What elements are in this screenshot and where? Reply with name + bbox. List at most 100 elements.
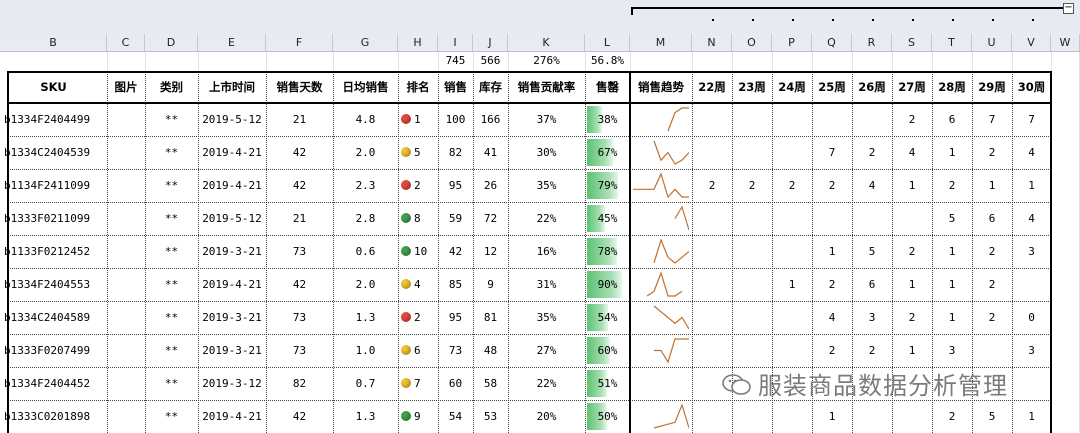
header-week[interactable]: 29周 [972,71,1012,103]
daily-sales-cell[interactable]: 2.3 [333,169,398,202]
sku-cell[interactable]: b1333F0211099 [0,202,107,235]
week-value-cell[interactable]: 2 [972,235,1012,268]
image-cell[interactable] [107,202,145,235]
week-value-cell[interactable] [692,136,732,169]
header-week[interactable]: 30周 [1012,71,1051,103]
sales-cell[interactable]: 85 [438,268,473,301]
image-cell[interactable] [107,334,145,367]
week-value-cell[interactable] [732,202,772,235]
week-value-cell[interactable]: 1 [812,235,852,268]
rank-cell[interactable]: 5 [398,136,438,169]
sku-cell[interactable]: b1134F2411099 [0,169,107,202]
week-value-cell[interactable] [732,136,772,169]
daily-sales-cell[interactable]: 2.0 [333,268,398,301]
sales-cell[interactable]: 95 [438,301,473,334]
sku-cell[interactable]: b1333F0207499 [0,334,107,367]
header-category[interactable]: 类别 [145,71,198,103]
stock-cell[interactable]: 53 [473,400,508,433]
image-cell[interactable] [107,169,145,202]
week-value-cell[interactable] [972,334,1012,367]
week-value-cell[interactable] [692,235,732,268]
launch-date-cell[interactable]: 2019-4-21 [198,268,266,301]
contribution-cell[interactable]: 31% [508,268,585,301]
launch-date-cell[interactable]: 2019-4-21 [198,400,266,433]
header-stock[interactable]: 库存 [473,71,508,103]
sku-cell[interactable]: b1133F0212452 [0,235,107,268]
header-week[interactable]: 23周 [732,71,772,103]
total-cell-I[interactable]: 745 [438,52,473,70]
week-value-cell[interactable]: 2 [972,136,1012,169]
week-value-cell[interactable] [772,301,812,334]
contribution-cell[interactable]: 27% [508,334,585,367]
column-header-B[interactable]: B [0,34,107,51]
column-header-V[interactable]: V [1012,34,1051,51]
rank-cell[interactable]: 2 [398,169,438,202]
launch-date-cell[interactable]: 2019-5-12 [198,103,266,136]
week-value-cell[interactable]: 3 [1012,235,1051,268]
week-value-cell[interactable]: 1 [932,301,972,334]
column-header-P[interactable]: P [772,34,812,51]
daily-sales-cell[interactable]: 1.3 [333,400,398,433]
column-header-O[interactable]: O [732,34,772,51]
column-header-I[interactable]: I [438,34,473,51]
category-cell[interactable]: ** [145,103,198,136]
week-value-cell[interactable] [732,334,772,367]
column-header-S[interactable]: S [892,34,932,51]
sparkline-cell[interactable] [630,235,692,268]
sell-through-cell[interactable]: 50% [585,400,630,433]
contribution-cell[interactable]: 35% [508,169,585,202]
stock-cell[interactable]: 72 [473,202,508,235]
launch-date-cell[interactable]: 2019-5-12 [198,202,266,235]
sell-through-cell[interactable]: 45% [585,202,630,235]
header-week[interactable]: 22周 [692,71,732,103]
sales-cell[interactable]: 54 [438,400,473,433]
header-rank[interactable]: 排名 [398,71,438,103]
rank-cell[interactable]: 2 [398,301,438,334]
contribution-cell[interactable]: 30% [508,136,585,169]
week-value-cell[interactable]: 4 [812,301,852,334]
category-cell[interactable]: ** [145,169,198,202]
column-header-R[interactable]: R [852,34,892,51]
week-value-cell[interactable]: 1 [932,235,972,268]
week-value-cell[interactable]: 5 [932,202,972,235]
week-value-cell[interactable]: 4 [892,136,932,169]
contribution-cell[interactable]: 35% [508,301,585,334]
contribution-cell[interactable]: 20% [508,400,585,433]
week-value-cell[interactable]: 1 [892,268,932,301]
week-value-cell[interactable]: 2 [732,169,772,202]
image-cell[interactable] [107,367,145,400]
sales-cell[interactable]: 95 [438,169,473,202]
category-cell[interactable]: ** [145,367,198,400]
sales-days-cell[interactable]: 73 [266,301,333,334]
daily-sales-cell[interactable]: 1.0 [333,334,398,367]
week-value-cell[interactable]: 1 [972,169,1012,202]
sparkline-cell[interactable] [630,367,692,400]
header-daily[interactable]: 日均销售 [333,71,398,103]
week-value-cell[interactable]: 2 [812,169,852,202]
rank-cell[interactable]: 7 [398,367,438,400]
week-value-cell[interactable]: 6 [932,103,972,136]
daily-sales-cell[interactable]: 0.6 [333,235,398,268]
week-value-cell[interactable]: 2 [972,301,1012,334]
sell-through-cell[interactable]: 54% [585,301,630,334]
week-value-cell[interactable]: 7 [1012,103,1051,136]
sales-days-cell[interactable]: 42 [266,136,333,169]
sparkline-cell[interactable] [630,103,692,136]
sparkline-cell[interactable] [630,400,692,433]
sku-cell[interactable]: b1334F2404452 [0,367,107,400]
week-value-cell[interactable] [732,301,772,334]
week-value-cell[interactable]: 5 [852,235,892,268]
sell-through-cell[interactable]: 79% [585,169,630,202]
week-value-cell[interactable] [1012,268,1051,301]
week-value-cell[interactable] [812,202,852,235]
sales-cell[interactable]: 42 [438,235,473,268]
week-value-cell[interactable] [692,202,732,235]
week-value-cell[interactable]: 0 [1012,301,1051,334]
week-value-cell[interactable] [732,268,772,301]
sku-cell[interactable]: b1334C2404539 [0,136,107,169]
week-value-cell[interactable] [692,301,732,334]
sell-through-cell[interactable]: 78% [585,235,630,268]
image-cell[interactable] [107,136,145,169]
header-week[interactable]: 28周 [932,71,972,103]
sparkline-cell[interactable] [630,268,692,301]
